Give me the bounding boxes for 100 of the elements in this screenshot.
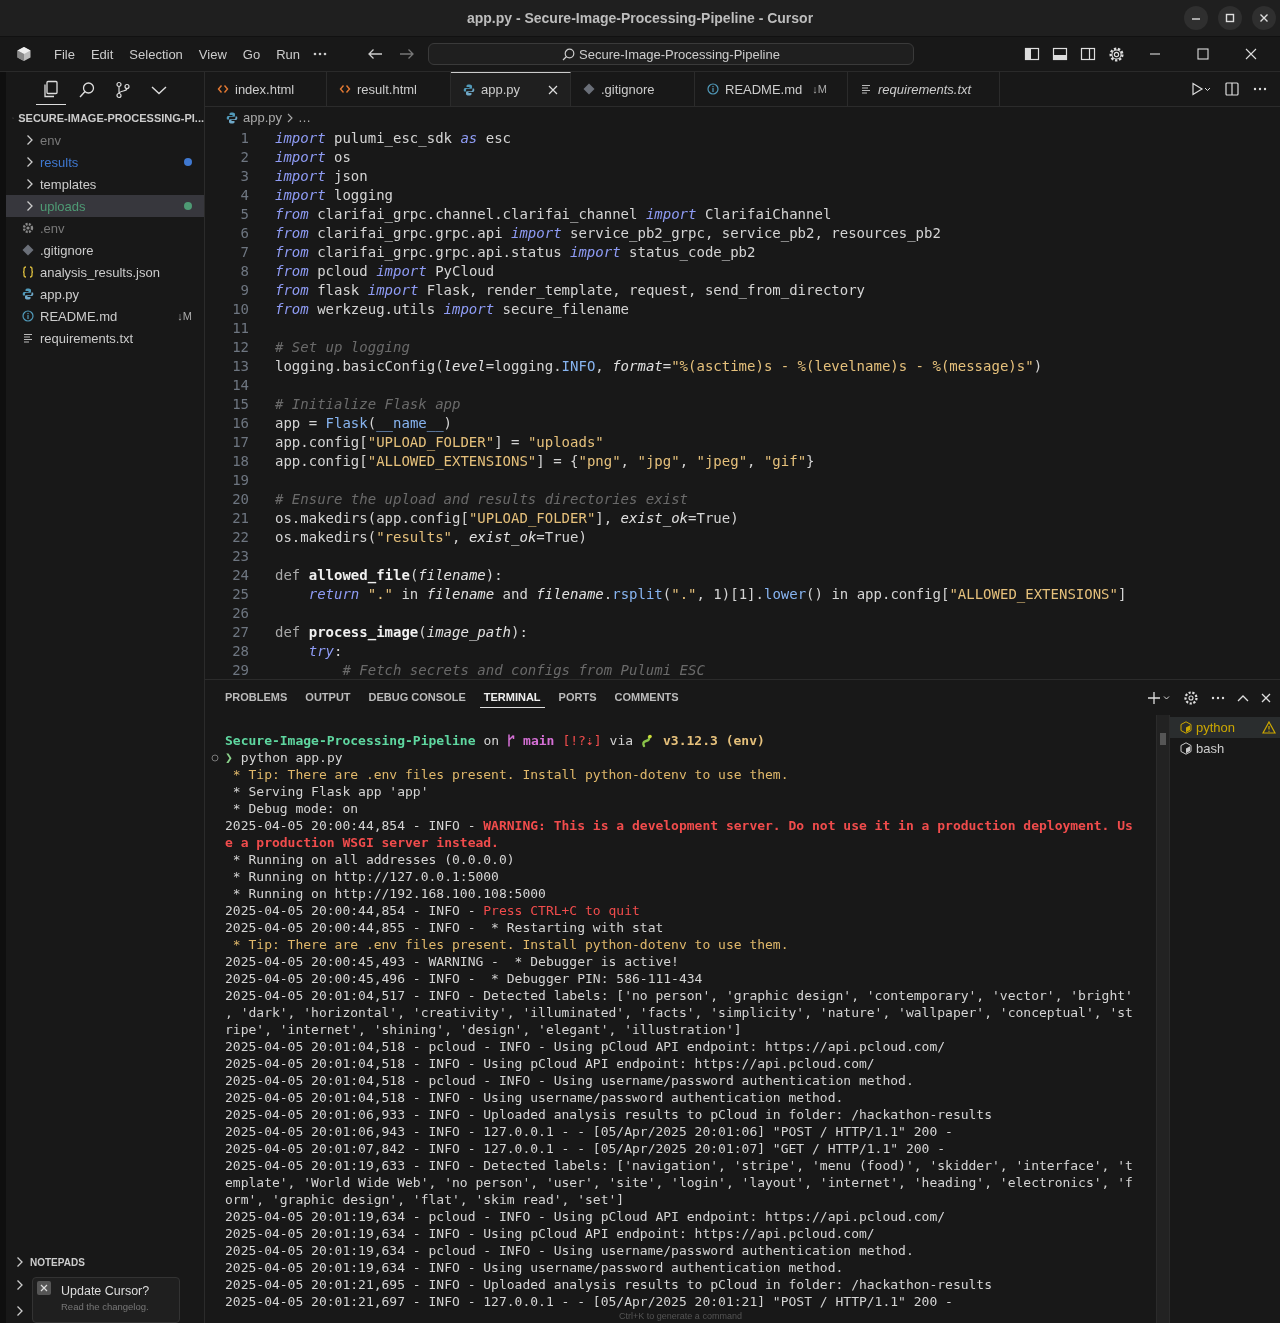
terminal-line: 2025-04-05 20:00:44,854 - INFO - Press CTRL+C to quit: [225, 902, 640, 919]
code-line: # Fetch secrets and configs from Pulumi ESC: [341, 661, 705, 679]
tree-item[interactable]: .gitignore: [6, 239, 204, 261]
circle-marker-icon: [211, 753, 219, 762]
info-icon: [707, 83, 719, 95]
line-number: 24: [231, 566, 249, 585]
terminal-line: e a production WSGI server instead.: [225, 834, 499, 851]
menu-item[interactable]: Edit: [82, 46, 122, 62]
menu-item[interactable]: File: [46, 46, 83, 62]
python-version: v3.12.3 (env): [663, 732, 765, 749]
maximize-icon: [1197, 48, 1209, 60]
section-header[interactable]: NOTEPADS: [6, 1253, 204, 1271]
line-number: 1: [239, 129, 249, 148]
close-icon[interactable]: [37, 1281, 51, 1295]
gear-icon: [22, 222, 34, 234]
line-number: 27: [231, 623, 249, 642]
panel-tab[interactable]: DEBUG CONSOLE: [364, 687, 470, 708]
menu-item[interactable]: View: [190, 46, 235, 62]
info-icon: [22, 310, 34, 322]
command-center-field[interactable]: Secure-Image-Processing-Pipeline: [428, 43, 914, 65]
angle-brackets-icon: [339, 83, 351, 95]
close-icon[interactable]: [548, 84, 558, 95]
tree-item[interactable]: uploads: [6, 195, 204, 217]
line-number: 4: [239, 186, 249, 205]
terminal-item[interactable]: python: [1170, 717, 1280, 738]
terminal-line: * Serving Flask app 'app': [231, 783, 429, 800]
terminal-line: * Tip: There are .env files present. Install python-dotenv to use them.: [231, 936, 789, 953]
terminal-line: 2025-04-05 20:01:19,634 - pcloud - INFO - Using pCloud API endpoint: https://api.pcloud.com/: [225, 1208, 946, 1225]
line-number: 14: [231, 376, 249, 395]
editor-tab[interactable]: index.html: [205, 72, 327, 106]
menu-item[interactable]: Selection: [121, 46, 191, 62]
terminal-line: 2025-04-05 20:01:06,943 - INFO - 127.0.0.1 - - [05/Apr/2025 20:01:06] "POST / HTTP/1.1" 200 -: [225, 1123, 953, 1140]
panel-tab[interactable]: PORTS: [554, 687, 601, 708]
terminal-command: python app.py: [240, 749, 343, 766]
prompt-symbol: ❯: [225, 749, 233, 766]
code-line: import json: [275, 167, 368, 186]
git-status-label: ↓M: [177, 310, 192, 322]
panel-tab[interactable]: COMMENTS: [610, 687, 683, 708]
terminal-line: 2025-04-05 20:01:19,634 - INFO - Using username/password authentication method.: [225, 1259, 844, 1276]
terminal-line: 2025-04-05 20:01:19,634 - pcloud - INFO - Using username/password authentication method.: [225, 1242, 914, 1259]
code-line: # Ensure the upload and results directories exist: [275, 490, 688, 509]
line-number: 20: [231, 490, 249, 509]
code-line: return "." in filename and filename.rsplit(".", 1)[1].lower() in app.config["ALLOWED_EXTENSIONS"]: [307, 585, 1127, 604]
code-line: from werkzeug.utils import secure_filename: [275, 300, 629, 319]
panel-tab[interactable]: PROBLEMS: [221, 687, 292, 708]
menu-item[interactable]: Go: [234, 46, 269, 62]
tree-item[interactable]: env: [6, 129, 204, 151]
warning-icon: [1262, 721, 1276, 734]
terminal-icon: [1180, 721, 1192, 734]
tree-item[interactable]: analysis_results.json: [6, 261, 204, 283]
terminal-icon: [1180, 742, 1192, 755]
code-line: os.makedirs(app.config["UPLOAD_FOLDER"], exist_ok=True): [275, 509, 739, 528]
terminal-line: * Debug mode: on: [231, 800, 359, 817]
panel-tab[interactable]: OUTPUT: [301, 687, 355, 708]
terminal-line: 2025-04-05 20:00:44,855 - INFO - * Restarting with stat: [225, 919, 664, 936]
search-icon: [562, 47, 576, 61]
menu-item[interactable]: Run: [268, 46, 308, 62]
chevron-right-icon: [26, 200, 34, 212]
code-line: from clarifai_grpc.grpc.api import service_pb2_grpc, service_pb2, resources_pb2: [275, 224, 941, 243]
line-number: 9: [239, 281, 249, 300]
editor-tab[interactable]: requirements.txt: [848, 72, 1000, 106]
line-number: 13: [231, 357, 249, 376]
editor-tab[interactable]: app.py: [451, 72, 571, 106]
git-status: [!?⇣]: [562, 732, 602, 749]
line-number: 28: [231, 642, 249, 661]
terminal-line: emplate', 'World Wide Web', 'no person', 'user', 'site', 'login', 'layout', 'internet', 'heading', 'electronics', 'f: [225, 1174, 1133, 1191]
code-line: from clarifai_grpc.channel.clarifai_channel import ClarifaiChannel: [275, 205, 832, 224]
code-line: import os: [275, 148, 351, 167]
line-number: 10: [231, 300, 249, 319]
breadcrumb-item[interactable]: app.py: [243, 110, 283, 125]
line-number: 26: [231, 604, 249, 623]
line-number: 21: [231, 509, 249, 528]
close-button[interactable]: [1252, 6, 1276, 30]
chevron-right-icon: [16, 1256, 24, 1268]
breadcrumb-item[interactable]: …: [298, 110, 312, 125]
tree-item[interactable]: .env: [6, 217, 204, 239]
prompt-text: via: [609, 732, 634, 749]
minimize-button[interactable]: [1184, 6, 1208, 30]
branch-name: main: [523, 732, 555, 749]
tree-item[interactable]: requirements.txt: [6, 327, 204, 349]
tree-item[interactable]: templates: [6, 173, 204, 195]
maximize-button[interactable]: [1218, 6, 1242, 30]
panel-tab[interactable]: TERMINAL: [479, 687, 545, 708]
terminal-line: * Running on http://127.0.0.1:5000: [231, 868, 499, 885]
workspace-name: Secure-Image-Processing-Pipeline: [579, 46, 780, 62]
scrollbar-thumb[interactable]: [1160, 733, 1166, 745]
terminal-item[interactable]: bash: [1170, 738, 1280, 759]
tree-item[interactable]: app.py: [6, 283, 204, 305]
editor-tab[interactable]: .gitignore: [571, 72, 695, 106]
line-number: 2: [239, 148, 249, 167]
code-line: os.makedirs("results", exist_ok=True): [275, 528, 587, 547]
notification-link[interactable]: Read the changelog.: [61, 1301, 171, 1312]
line-number: 5: [239, 205, 249, 224]
line-number: 8: [239, 262, 249, 281]
editor-tab[interactable]: README.md ↓M: [695, 72, 848, 106]
tree-item[interactable]: README.md ↓M: [6, 305, 204, 327]
terminal-line: ripe', 'internet', 'shining', 'design', 'elegant', 'illustration']: [225, 1021, 742, 1038]
terminal-line: 2025-04-05 20:01:07,842 - INFO - 127.0.0.1 - - [05/Apr/2025 20:01:07] "GET / HTTP/1.1" 200 -: [225, 1140, 946, 1157]
prompt-path: Secure-Image-Processing-Pipeline: [225, 732, 476, 749]
tree-item[interactable]: results: [6, 151, 204, 173]
